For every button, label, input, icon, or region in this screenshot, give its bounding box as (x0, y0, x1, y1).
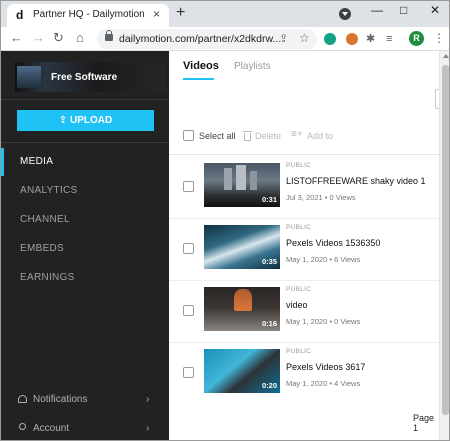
sidebar-item-embeds[interactable]: EMBEDS (1, 235, 169, 263)
add-to-button[interactable]: Add to (307, 131, 333, 141)
upload-label: UPLOAD (69, 115, 113, 126)
page-scrollbar[interactable] (439, 51, 449, 440)
scrollbar-thumb[interactable] (442, 65, 449, 415)
select-all-checkbox[interactable] (183, 130, 194, 141)
video-duration: 0:20 (261, 381, 277, 390)
sidebar-item-media[interactable]: MEDIA (1, 148, 169, 176)
notifications-label: Notifications (33, 394, 88, 405)
reading-list-icon[interactable]: ≡ (386, 31, 392, 47)
back-icon[interactable]: ← (10, 30, 23, 46)
video-duration: 0:35 (261, 257, 277, 266)
home-icon[interactable]: ⌂ (76, 30, 84, 46)
tab-videos[interactable]: Videos (183, 60, 219, 72)
logo-image (17, 66, 41, 88)
close-window-icon[interactable]: ✕ (430, 3, 440, 17)
channel-logo[interactable]: Free Software (15, 62, 166, 92)
upload-icon: ⇪ (58, 115, 70, 126)
video-thumbnail[interactable]: 0:16 (204, 287, 280, 331)
extensions-puzzle-icon[interactable]: ✱ (366, 31, 375, 47)
extension-cookie-icon[interactable] (346, 33, 358, 45)
video-checkbox[interactable] (183, 181, 194, 192)
visibility-label: PUBLIC (286, 162, 312, 169)
video-checkbox[interactable] (183, 243, 194, 254)
main-content: Videos Playlists Select all Delete ≡+ Ad… (169, 51, 439, 440)
browser-tab[interactable]: d Partner HQ - Dailymotion × (7, 4, 169, 27)
bulk-actions-bar: Select all Delete ≡+ Add to (169, 121, 439, 149)
reload-icon[interactable]: ↻ (53, 30, 64, 46)
tab-strip: d Partner HQ - Dailymotion × + — □ ✕ (1, 1, 449, 27)
thumbnail-figure (234, 289, 252, 311)
video-title[interactable]: LISTOFFREEWARE shaky video 1 (286, 176, 426, 186)
visibility-label: PUBLIC (286, 286, 312, 293)
video-checkbox[interactable] (183, 305, 194, 316)
visibility-label: PUBLIC (286, 224, 312, 231)
video-checkbox[interactable] (183, 367, 194, 378)
browser-toolbar: ← → ↻ ⌂ dailymotion.com/partner/x2dkdrw.… (1, 27, 449, 51)
bell-icon (18, 395, 27, 403)
trash-icon (243, 131, 252, 141)
video-title[interactable]: video (286, 300, 308, 310)
video-thumbnail[interactable]: 0:31 (204, 163, 280, 207)
video-thumbnail[interactable]: 0:20 (204, 349, 280, 393)
sidebar-item-earnings[interactable]: EARNINGS (1, 264, 169, 292)
sidebar-notifications[interactable]: Notifications › (1, 386, 169, 414)
chevron-right-icon: › (146, 423, 150, 434)
sidebar-item-channel[interactable]: CHANNEL (1, 206, 169, 234)
video-row[interactable]: 0:16 PUBLIC video May 1, 2020 • 0 Views (169, 279, 439, 341)
sidebar-account[interactable]: Account › (1, 415, 169, 440)
thumbnail-building (236, 165, 246, 190)
scroll-up-arrow-icon[interactable] (443, 54, 449, 58)
chevron-right-icon: › (146, 394, 150, 405)
divider (1, 99, 169, 100)
extension-green-icon[interactable] (324, 33, 336, 45)
thumbnail-building (224, 168, 232, 190)
upload-button[interactable]: ⇪ UPLOAD (17, 110, 154, 131)
dailymotion-favicon: d (16, 8, 24, 22)
video-duration: 0:16 (261, 319, 277, 328)
video-meta: May 1, 2020 • 4 Views (286, 379, 361, 388)
minimize-icon[interactable]: — (371, 3, 383, 17)
add-to-list-icon: ≡+ (291, 129, 303, 140)
active-tab-indicator (183, 78, 214, 80)
thumbnail-building (250, 171, 257, 190)
sidebar: Free Software ⇪ UPLOAD MEDIA ANALYTICS C… (1, 51, 169, 440)
pagination[interactable]: Page 1 (413, 413, 439, 433)
browser-window: d Partner HQ - Dailymotion × + — □ ✕ ← →… (0, 0, 450, 441)
divider (1, 142, 169, 143)
video-row[interactable]: 0:20 PUBLIC Pexels Videos 3617 May 1, 20… (169, 341, 439, 403)
close-tab-icon[interactable]: × (153, 7, 160, 21)
video-meta: May 1, 2020 • 6 Views (286, 255, 361, 264)
maximize-icon[interactable]: □ (400, 3, 407, 17)
video-thumbnail[interactable]: 0:35 (204, 225, 280, 269)
new-tab-button[interactable]: + (176, 4, 185, 22)
video-row[interactable]: 0:35 PUBLIC Pexels Videos 1536350 May 1,… (169, 217, 439, 279)
delete-button[interactable]: Delete (255, 131, 281, 141)
video-duration: 0:31 (261, 195, 277, 204)
select-all-label[interactable]: Select all (199, 131, 236, 141)
profile-avatar[interactable]: R (409, 31, 424, 46)
bookmark-star-icon[interactable]: ☆ (299, 30, 310, 46)
video-title[interactable]: Pexels Videos 1536350 (286, 238, 380, 248)
forward-icon[interactable]: → (32, 30, 45, 46)
video-row[interactable]: 0:31 PUBLIC LISTOFFREEWARE shaky video 1… (169, 155, 439, 217)
tab-search-icon[interactable] (339, 8, 351, 20)
url-text: dailymotion.com/partner/x2dkdrw... (119, 33, 282, 45)
video-meta: Jul 3, 2021 • 0 Views (286, 193, 356, 202)
sidebar-item-analytics[interactable]: ANALYTICS (1, 177, 169, 205)
video-title[interactable]: Pexels Videos 3617 (286, 362, 365, 372)
lock-icon (105, 30, 113, 41)
browser-menu-icon[interactable]: ⋮ (433, 31, 445, 45)
share-icon[interactable]: ⇪ (279, 31, 288, 47)
account-label: Account (33, 423, 70, 434)
tab-playlists[interactable]: Playlists (234, 61, 271, 72)
logo-text: Free Software (51, 72, 118, 83)
person-icon (19, 423, 26, 430)
tab-title: Partner HQ - Dailymotion (33, 9, 145, 20)
visibility-label: PUBLIC (286, 348, 312, 355)
video-meta: May 1, 2020 • 0 Views (286, 317, 361, 326)
